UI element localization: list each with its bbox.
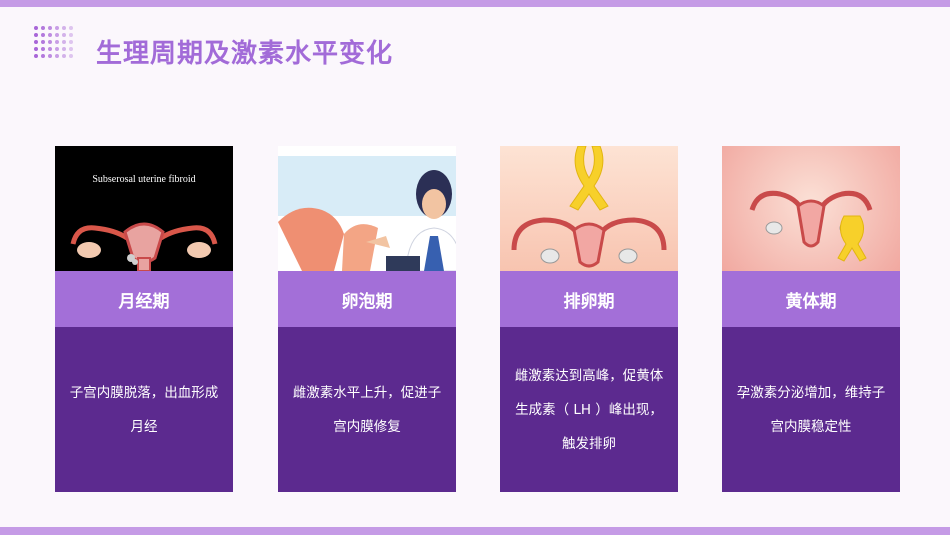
dot [34,47,38,51]
dot [62,40,66,44]
dot [41,33,45,37]
top-accent-bar [0,0,950,7]
dot [62,33,66,37]
phase-description: 雌激素水平上升，促进子宫内膜修复 [278,327,456,492]
page-title: 生理周期及激素水平变化 [96,39,394,69]
phase-label: 黄体期 [722,271,900,327]
doctor-uterus-illustration [278,146,456,271]
decorative-dots-icon [34,26,76,60]
dot [69,47,73,51]
dot [62,26,66,30]
dot [55,54,59,58]
dot [48,47,52,51]
dot [55,26,59,30]
dot [41,40,45,44]
phase-card-luteal: 黄体期 孕激素分泌增加，维持子宫内膜稳定性 [722,146,900,492]
dot [55,40,59,44]
dot [34,33,38,37]
image-caption: Subserosal uterine fibroid [92,174,195,185]
dot [69,33,73,37]
phase-card-follicular: 卵泡期 雌激素水平上升，促进子宫内膜修复 [278,146,456,492]
phase-label: 排卵期 [500,271,678,327]
dot [34,54,38,58]
bottom-accent-bar [0,527,950,535]
dot [48,40,52,44]
uterus-ribbon-illustration [722,146,900,271]
dot [34,26,38,30]
dot [41,54,45,58]
dot [34,40,38,44]
phase-description: 孕激素分泌增加，维持子宫内膜稳定性 [722,327,900,492]
phase-label: 月经期 [55,271,233,327]
yellow-ribbon-uterus-illustration [500,146,678,271]
phase-description: 子宫内膜脱落，出血形成月经 [55,327,233,492]
dot [69,40,73,44]
uterus-fibroid-illustration: Subserosal uterine fibroid [55,146,233,271]
dot [69,54,73,58]
dot [55,47,59,51]
dot [55,33,59,37]
dot [62,47,66,51]
phase-description: 雌激素达到高峰，促黄体生成素（ LH ）峰出现，触发排卵 [500,327,678,492]
phase-card-ovulation: 排卵期 雌激素达到高峰，促黄体生成素（ LH ）峰出现，触发排卵 [500,146,678,492]
dot [41,26,45,30]
dot [48,26,52,30]
phase-label: 卵泡期 [278,271,456,327]
dot [48,33,52,37]
dot [62,54,66,58]
dot [41,47,45,51]
dot [48,54,52,58]
phase-card-menstrual: Subserosal uterine fibroid 月经期 子宫内膜脱落，出血… [55,146,233,492]
dot [69,26,73,30]
